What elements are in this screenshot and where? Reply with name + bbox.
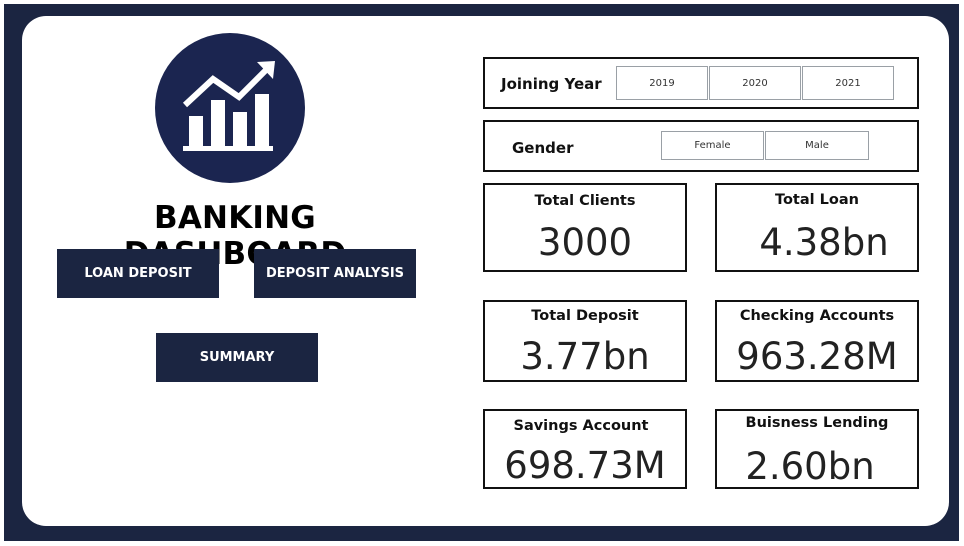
kpi-label: Total Loan <box>775 192 859 208</box>
year-option-2019[interactable]: 2019 <box>616 66 708 100</box>
gender-option-male[interactable]: Male <box>765 131 869 160</box>
kpi-card-checking-accounts: Checking Accounts 963.28M <box>715 300 919 382</box>
kpi-card-business-lending: Buisness Lending 2.60bn <box>715 409 919 489</box>
gender-label: Gender <box>512 139 574 157</box>
deposit-analysis-button[interactable]: DEPOSIT ANALYSIS <box>254 249 416 298</box>
kpi-label: Total Clients <box>534 193 636 209</box>
joining-year-slicer: Joining Year 2019 2020 2021 <box>483 57 919 109</box>
kpi-label: Checking Accounts <box>739 308 895 324</box>
joining-year-label: Joining Year <box>501 75 602 93</box>
kpi-value: 4.38bn <box>759 221 889 264</box>
kpi-card-total-clients: Total Clients 3000 <box>483 183 687 272</box>
kpi-value: 2.60bn <box>745 445 875 488</box>
year-option-2020[interactable]: 2020 <box>709 66 801 100</box>
kpi-label: Total Deposit <box>531 308 639 324</box>
kpi-value: 698.73M <box>504 444 666 487</box>
loan-deposit-button[interactable]: LOAN DEPOSIT <box>57 249 219 298</box>
summary-button[interactable]: SUMMARY <box>156 333 318 382</box>
gender-option-female[interactable]: Female <box>661 131 764 160</box>
kpi-value: 3.77bn <box>520 335 650 378</box>
kpi-card-total-loan: Total Loan 4.38bn <box>715 183 919 272</box>
kpi-card-savings-account: Savings Account 698.73M <box>483 409 687 489</box>
gender-slicer: Gender Female Male <box>483 120 919 172</box>
year-option-2021[interactable]: 2021 <box>802 66 894 100</box>
kpi-value: 3000 <box>537 221 633 264</box>
kpi-label: Buisness Lending <box>745 415 889 431</box>
growth-chart-icon <box>155 33 305 183</box>
kpi-card-total-deposit: Total Deposit 3.77bn <box>483 300 687 382</box>
kpi-value: 963.28M <box>736 335 898 378</box>
kpi-label: Savings Account <box>513 418 649 434</box>
